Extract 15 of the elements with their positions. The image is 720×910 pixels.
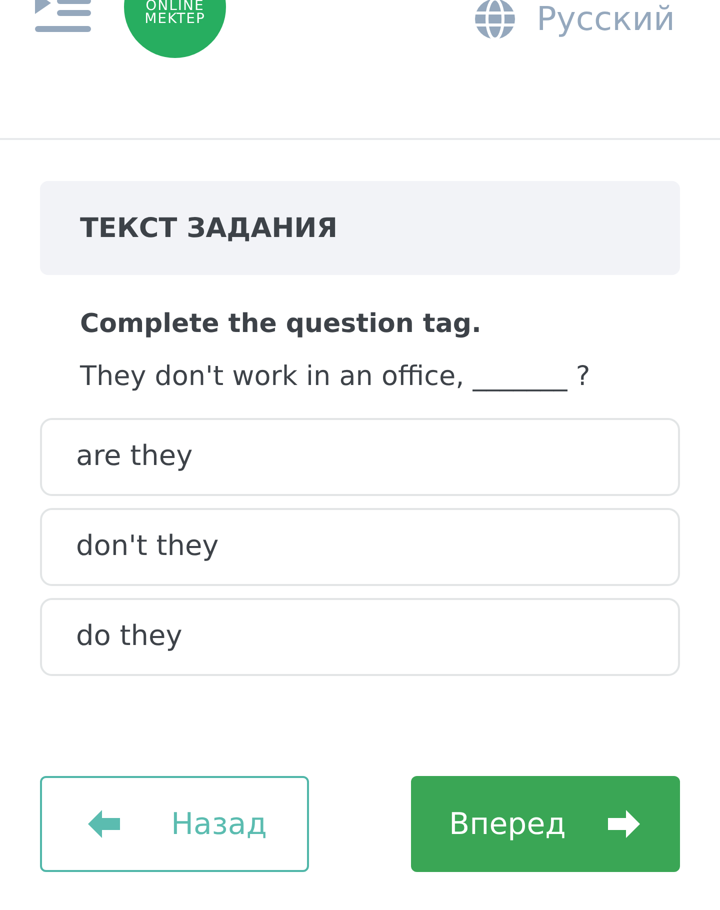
back-button[interactable]: Назад	[40, 776, 309, 872]
next-button[interactable]: Вперед	[411, 776, 680, 872]
task-heading: ТЕКСТ ЗАДАНИЯ	[80, 212, 338, 244]
logo-text: MEKTEP	[144, 13, 206, 26]
answer-option[interactable]: don't they	[40, 508, 680, 586]
menu-icon	[35, 0, 91, 34]
answer-option[interactable]: are they	[40, 418, 680, 496]
instruction-text: Complete the question tag.	[80, 309, 482, 339]
language-selector[interactable]: Русский	[474, 0, 675, 40]
question-text: They don't work in an office, _______ ?	[80, 361, 592, 392]
arrow-left-icon	[88, 810, 122, 838]
menu-button[interactable]	[35, 0, 91, 34]
globe-icon	[474, 0, 516, 40]
answer-option[interactable]: do they	[40, 598, 680, 676]
arrow-right-icon	[606, 810, 640, 838]
